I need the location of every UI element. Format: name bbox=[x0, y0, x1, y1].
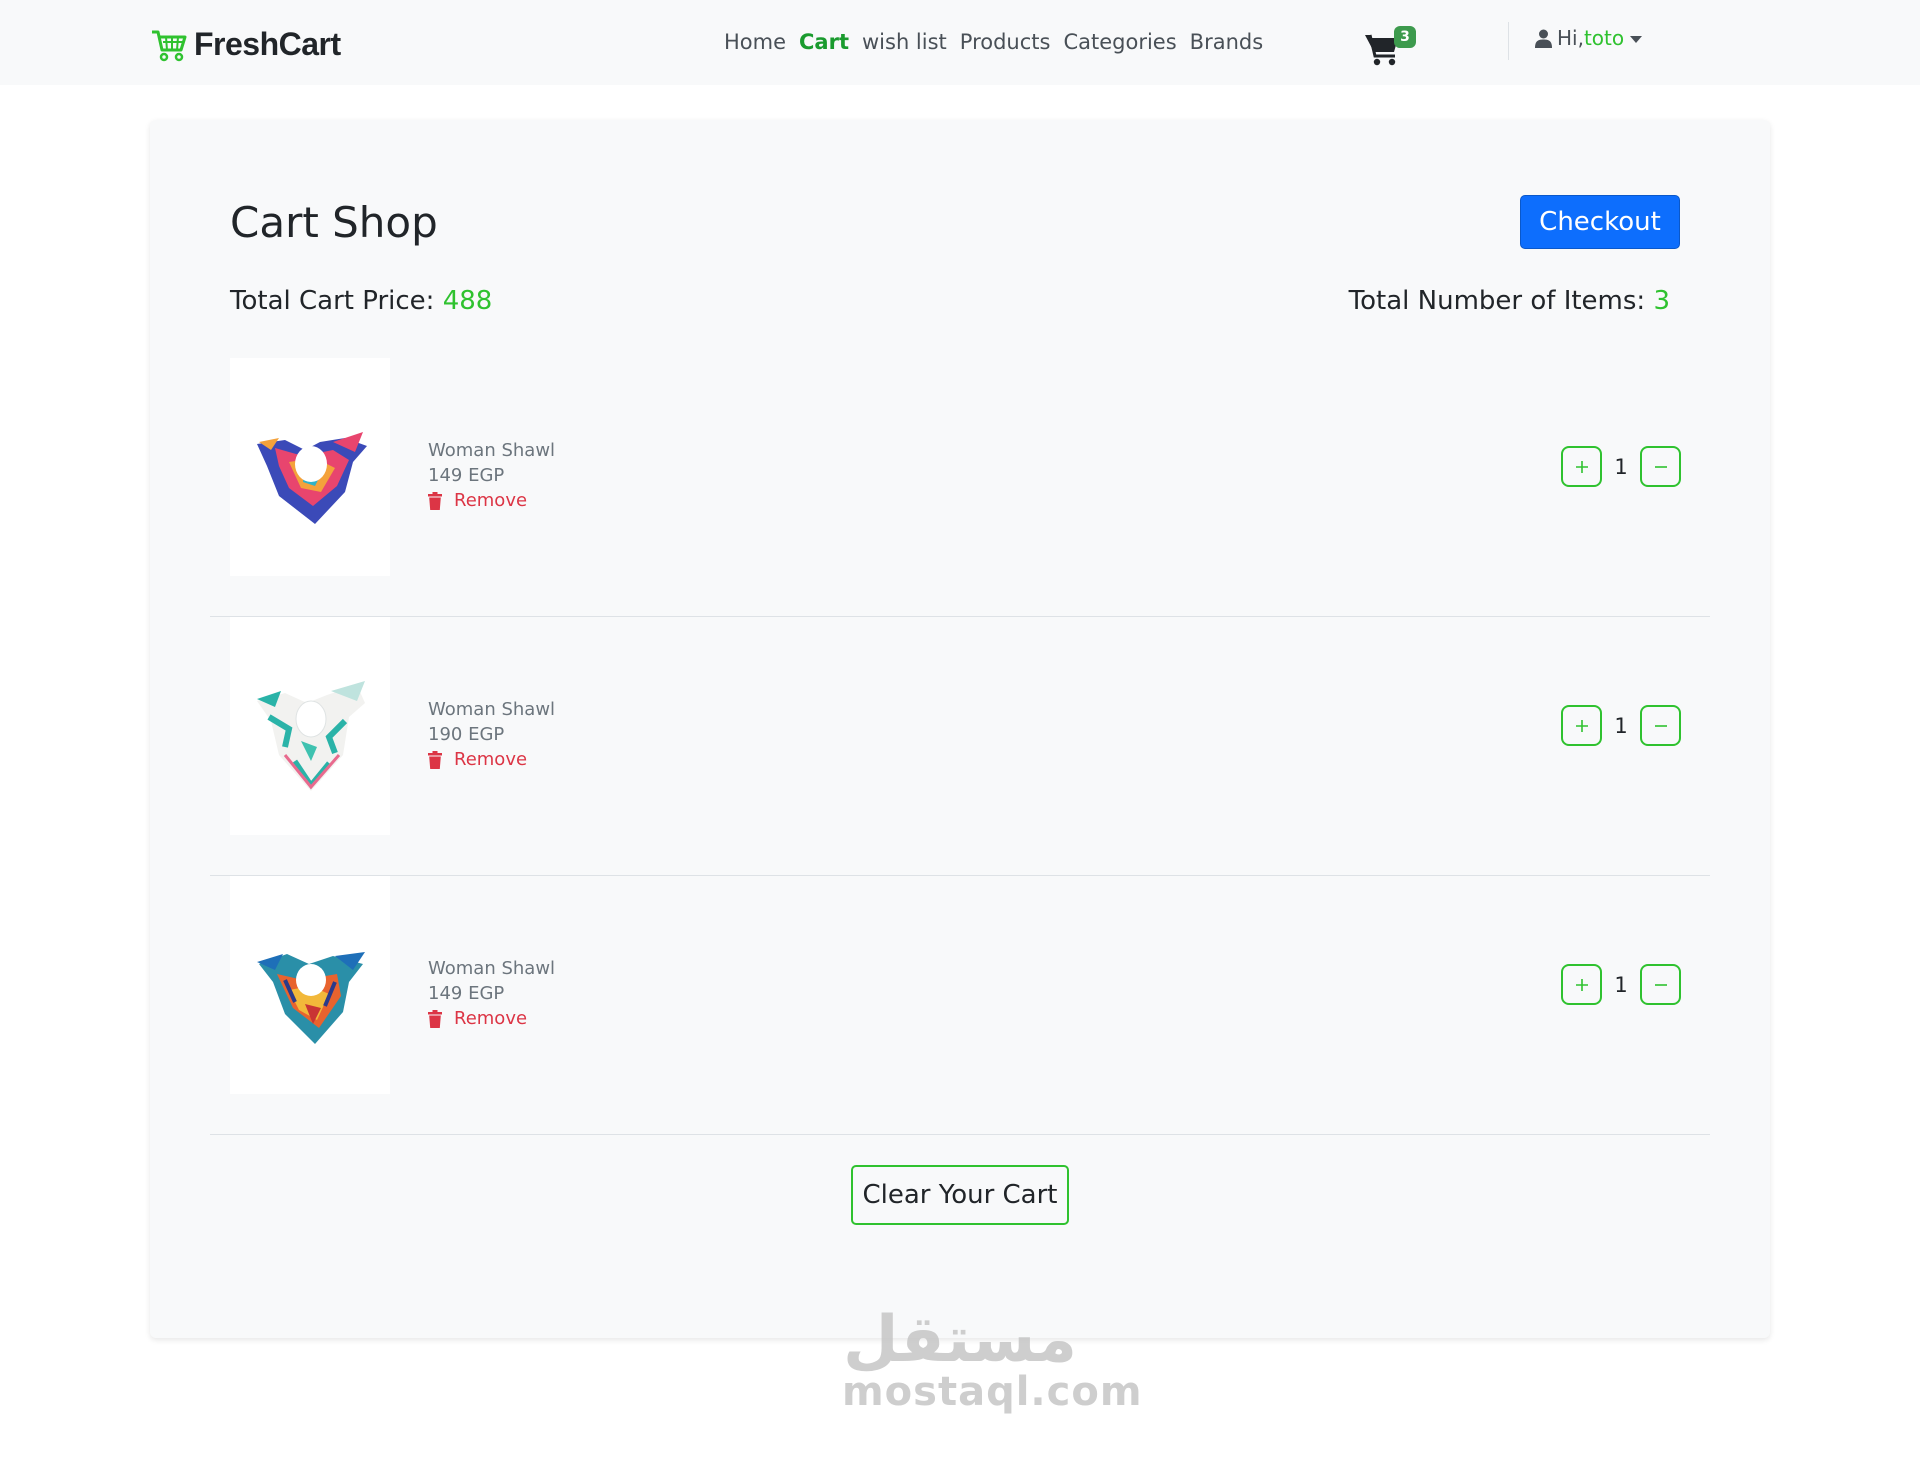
remove-button[interactable]: Remove bbox=[428, 1006, 555, 1031]
decrease-quantity-button[interactable] bbox=[1640, 964, 1681, 1005]
cart-count-badge: 3 bbox=[1394, 26, 1416, 48]
nav-link-cart[interactable]: Cart bbox=[799, 30, 849, 54]
cart-card: Cart Shop Checkout Total Cart Price: 488… bbox=[150, 120, 1770, 1338]
item-price: 149 EGP bbox=[428, 983, 505, 1004]
minus-icon bbox=[1654, 724, 1667, 727]
decrease-quantity-button[interactable] bbox=[1640, 705, 1681, 746]
cart-item: Woman Shawl 190 EGP Remove 1 bbox=[210, 617, 1710, 876]
increase-quantity-button[interactable] bbox=[1561, 964, 1602, 1005]
item-name: Woman Shawl bbox=[428, 699, 556, 720]
item-info: Woman Shawl 190 EGP Remove bbox=[428, 697, 555, 772]
total-cart-price: Total Cart Price: 488 bbox=[230, 286, 492, 316]
shawl-image bbox=[257, 681, 365, 791]
user-menu-dropdown[interactable]: Hi, toto bbox=[1535, 26, 1643, 50]
nav-link-brands[interactable]: Brands bbox=[1190, 30, 1264, 54]
quantity-stepper: 1 bbox=[1561, 964, 1681, 1005]
remove-label: Remove bbox=[454, 749, 528, 770]
caret-down-icon bbox=[1630, 35, 1643, 43]
minus-icon bbox=[1654, 983, 1667, 986]
increase-quantity-button[interactable] bbox=[1561, 705, 1602, 746]
navbar: FreshCart Home Cart wish list Products C… bbox=[0, 0, 1920, 85]
brand-name: FreshCart bbox=[194, 26, 341, 62]
nav-cart-button[interactable]: 3 bbox=[1364, 26, 1416, 66]
total-items-value: 3 bbox=[1653, 286, 1670, 316]
cart-item: Woman Shawl 149 EGP Remove 1 bbox=[210, 358, 1710, 617]
item-price: 149 EGP bbox=[428, 465, 505, 486]
trash-icon bbox=[428, 750, 442, 769]
brand-logo[interactable]: FreshCart bbox=[150, 26, 341, 63]
quantity-value: 1 bbox=[1614, 713, 1628, 738]
quantity-value: 1 bbox=[1614, 454, 1628, 479]
plus-icon bbox=[1575, 460, 1588, 473]
nav-link-products[interactable]: Products bbox=[960, 30, 1051, 54]
quantity-value: 1 bbox=[1614, 972, 1628, 997]
remove-label: Remove bbox=[454, 490, 528, 511]
user-icon bbox=[1535, 29, 1552, 48]
watermark-arabic: مستقل bbox=[842, 1303, 1078, 1377]
increase-quantity-button[interactable] bbox=[1561, 446, 1602, 487]
decrease-quantity-button[interactable] bbox=[1640, 446, 1681, 487]
clear-cart-button[interactable]: Clear Your Cart bbox=[851, 1165, 1069, 1225]
shawl-image bbox=[257, 952, 365, 1044]
cart-item: Woman Shawl 149 EGP Remove 1 bbox=[210, 876, 1710, 1135]
nav-divider bbox=[1508, 22, 1509, 60]
item-info: Woman Shawl 149 EGP Remove bbox=[428, 438, 555, 513]
quantity-stepper: 1 bbox=[1561, 705, 1681, 746]
remove-button[interactable]: Remove bbox=[428, 747, 555, 772]
remove-button[interactable]: Remove bbox=[428, 488, 555, 513]
trash-icon bbox=[428, 491, 442, 510]
item-name: Woman Shawl bbox=[428, 958, 556, 979]
user-greeting: Hi, bbox=[1557, 26, 1584, 50]
nav-link-categories[interactable]: Categories bbox=[1063, 30, 1176, 54]
total-price-value: 488 bbox=[442, 286, 493, 316]
nav-link-home[interactable]: Home bbox=[724, 30, 786, 54]
shawl-image bbox=[257, 432, 367, 524]
minus-icon bbox=[1654, 465, 1667, 468]
watermark: مستقل mostaql.com bbox=[842, 1303, 1143, 1415]
remove-label: Remove bbox=[454, 1008, 528, 1029]
checkout-button[interactable]: Checkout bbox=[1520, 195, 1680, 249]
user-name: toto bbox=[1583, 26, 1625, 50]
page-title: Cart Shop bbox=[230, 198, 438, 247]
item-name: Woman Shawl bbox=[428, 440, 556, 461]
product-image[interactable] bbox=[230, 876, 390, 1094]
total-price-label: Total Cart Price: bbox=[230, 286, 435, 316]
plus-icon bbox=[1575, 719, 1588, 732]
cart-logo-icon bbox=[152, 30, 187, 61]
item-price: 190 EGP bbox=[428, 724, 505, 745]
watermark-latin: mostaql.com bbox=[842, 1369, 1143, 1415]
trash-icon bbox=[428, 1009, 442, 1028]
total-items: Total Number of Items: 3 bbox=[1349, 286, 1670, 316]
product-image[interactable] bbox=[230, 617, 390, 835]
quantity-stepper: 1 bbox=[1561, 446, 1681, 487]
plus-icon bbox=[1575, 978, 1588, 991]
total-items-label: Total Number of Items: bbox=[1348, 286, 1646, 316]
nav-link-wishlist[interactable]: wish list bbox=[862, 30, 947, 54]
product-image[interactable] bbox=[230, 358, 390, 576]
nav-links: Home Cart wish list Products Categories … bbox=[724, 30, 1276, 54]
item-info: Woman Shawl 149 EGP Remove bbox=[428, 956, 555, 1031]
